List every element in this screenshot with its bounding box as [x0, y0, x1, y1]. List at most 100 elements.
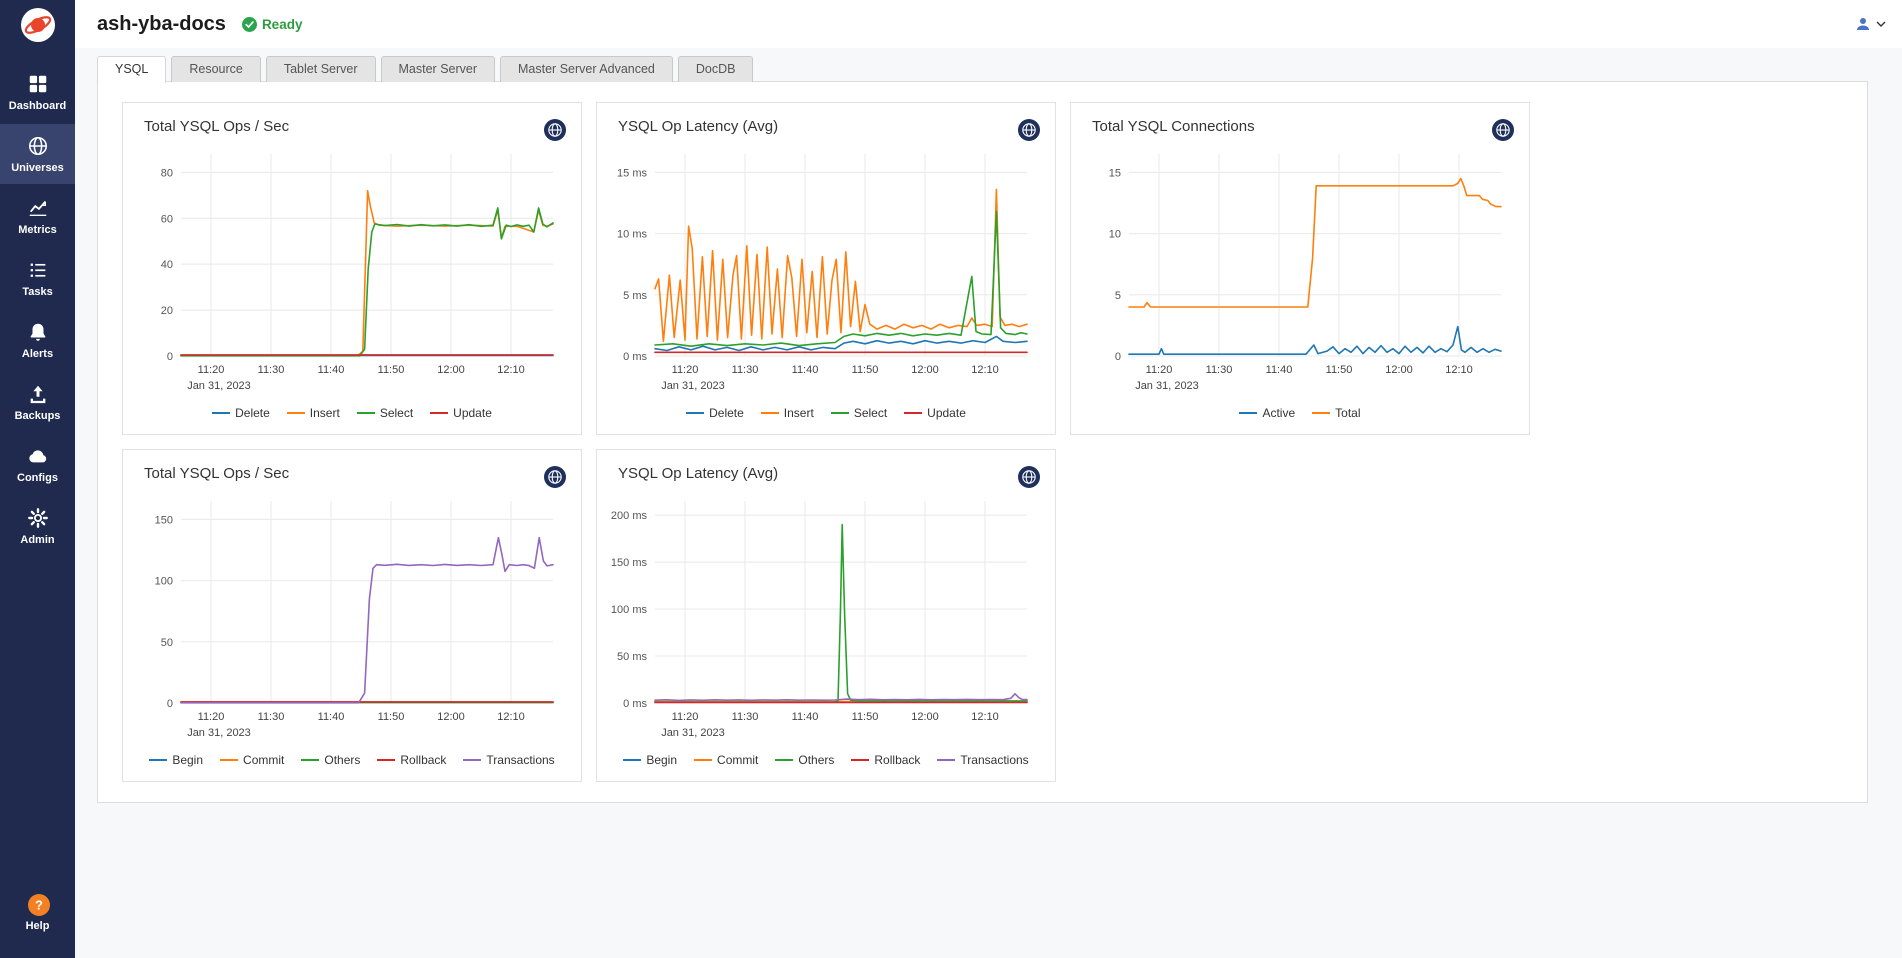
chart-title: Total YSQL Ops / Sec: [144, 465, 289, 482]
svg-text:0: 0: [167, 351, 173, 363]
tab-ysql[interactable]: YSQL: [97, 56, 166, 83]
legend-item-select[interactable]: Select: [357, 406, 413, 420]
legend-item-active[interactable]: Active: [1239, 406, 1295, 420]
svg-text:0 ms: 0 ms: [623, 351, 647, 363]
legend-label: Commit: [717, 753, 758, 767]
chart-legend: Delete Insert Select Update: [597, 402, 1055, 430]
legend-item-update[interactable]: Update: [904, 406, 966, 420]
series-transactions: [655, 694, 1027, 701]
tab-resource[interactable]: Resource: [171, 56, 261, 82]
legend-label: Rollback: [874, 753, 920, 767]
chart-legend: Active Total: [1071, 402, 1529, 430]
chart-legend: Begin Commit Others Rollback Transactions: [123, 749, 581, 777]
legend-item-others[interactable]: Others: [775, 753, 834, 767]
admin-icon: [27, 507, 49, 529]
globe-icon[interactable]: [1491, 118, 1515, 142]
tab-master-server[interactable]: Master Server: [381, 56, 496, 82]
svg-text:200 ms: 200 ms: [611, 510, 648, 522]
legend-label: Select: [854, 406, 887, 420]
chart-panel-3: Total YSQL Connections05101511:20Jan 31,…: [1070, 102, 1530, 435]
legend-item-insert[interactable]: Insert: [287, 406, 340, 420]
legend-item-insert[interactable]: Insert: [761, 406, 814, 420]
legend-swatch: [212, 412, 230, 414]
sidebar-item-tasks[interactable]: Tasks: [0, 248, 75, 308]
chart-header: YSQL Op Latency (Avg): [597, 450, 1055, 489]
sidebar-item-help[interactable]: ? Help: [0, 882, 75, 942]
legend-label: Insert: [784, 406, 814, 420]
legend-label: Select: [380, 406, 413, 420]
series-insert: [655, 190, 1027, 342]
yugabyte-logo[interactable]: [0, 0, 75, 50]
svg-text:?: ?: [35, 898, 43, 913]
svg-text:10: 10: [1109, 229, 1121, 241]
chart-legend: Begin Commit Others Rollback Transactions: [597, 749, 1055, 777]
svg-text:11:40: 11:40: [1266, 364, 1293, 376]
legend-label: Commit: [243, 753, 284, 767]
legend-item-rollback[interactable]: Rollback: [377, 753, 446, 767]
legend-item-select[interactable]: Select: [831, 406, 887, 420]
sidebar: DashboardUniversesMetricsTasksAlertsBack…: [0, 0, 75, 958]
tab-docdb[interactable]: DocDB: [678, 56, 754, 82]
legend-item-begin[interactable]: Begin: [623, 753, 677, 767]
chart-title: YSQL Op Latency (Avg): [618, 465, 778, 482]
configs-icon: [27, 445, 49, 467]
globe-icon[interactable]: [1017, 118, 1041, 142]
sidebar-item-metrics[interactable]: Metrics: [0, 186, 75, 246]
svg-text:Jan 31, 2023: Jan 31, 2023: [187, 380, 251, 392]
legend-item-total[interactable]: Total: [1312, 406, 1360, 420]
svg-text:11:50: 11:50: [1326, 364, 1353, 376]
svg-text:11:20: 11:20: [672, 364, 699, 376]
legend-item-begin[interactable]: Begin: [149, 753, 203, 767]
sidebar-item-alerts[interactable]: Alerts: [0, 310, 75, 370]
legend-item-update[interactable]: Update: [430, 406, 492, 420]
series-active: [1129, 327, 1501, 355]
svg-text:11:30: 11:30: [258, 711, 285, 723]
main-content: YSQLResourceTablet ServerMaster ServerMa…: [75, 48, 1902, 958]
series-total: [1129, 179, 1501, 308]
legend-item-delete[interactable]: Delete: [212, 406, 270, 420]
legend-swatch: [463, 759, 481, 761]
globe-icon[interactable]: [543, 118, 567, 142]
metrics-tab-strip: YSQLResourceTablet ServerMaster ServerMa…: [75, 56, 1902, 82]
svg-text:150 ms: 150 ms: [611, 557, 648, 569]
sidebar-item-configs[interactable]: Configs: [0, 434, 75, 494]
sidebar-item-universes[interactable]: Universes: [0, 124, 75, 184]
svg-text:11:30: 11:30: [732, 711, 759, 723]
chart-plot: 05101511:20Jan 31, 202311:3011:4011:5012…: [1079, 144, 1515, 402]
svg-text:0: 0: [1115, 351, 1121, 363]
sidebar-item-admin[interactable]: Admin: [0, 496, 75, 556]
globe-icon[interactable]: [1017, 465, 1041, 489]
legend-item-commit[interactable]: Commit: [220, 753, 284, 767]
legend-label: Transactions: [960, 753, 1028, 767]
svg-text:Jan 31, 2023: Jan 31, 2023: [661, 727, 725, 739]
tab-master-server-advanced[interactable]: Master Server Advanced: [500, 56, 673, 82]
globe-icon[interactable]: [543, 465, 567, 489]
legend-label: Rollback: [400, 753, 446, 767]
legend-item-delete[interactable]: Delete: [686, 406, 744, 420]
chart-panel-4: Total YSQL Ops / Sec05010015011:20Jan 31…: [122, 449, 582, 782]
user-menu[interactable]: [1854, 15, 1886, 33]
legend-label: Begin: [172, 753, 203, 767]
svg-text:12:00: 12:00: [437, 711, 465, 723]
legend-item-commit[interactable]: Commit: [694, 753, 758, 767]
legend-label: Transactions: [486, 753, 554, 767]
tasks-icon: [27, 259, 49, 281]
legend-swatch: [686, 412, 704, 414]
sidebar-item-label: Help: [26, 920, 50, 932]
sidebar-item-dashboard[interactable]: Dashboard: [0, 62, 75, 122]
chart-panel-2: YSQL Op Latency (Avg)0 ms5 ms10 ms15 ms1…: [596, 102, 1056, 435]
status-text: Ready: [262, 17, 303, 32]
legend-swatch: [694, 759, 712, 761]
legend-item-others[interactable]: Others: [301, 753, 360, 767]
svg-text:11:50: 11:50: [852, 364, 879, 376]
check-icon: [242, 17, 257, 32]
sidebar-help-area: ? Help: [0, 882, 75, 944]
chart-title: Total YSQL Ops / Sec: [144, 118, 289, 135]
sidebar-item-backups[interactable]: Backups: [0, 372, 75, 432]
charts-grid: Total YSQL Ops / Sec02040608011:20Jan 31…: [98, 82, 1867, 802]
svg-text:0: 0: [167, 698, 173, 710]
legend-item-transactions[interactable]: Transactions: [937, 753, 1028, 767]
tab-tablet-server[interactable]: Tablet Server: [266, 56, 376, 82]
legend-item-transactions[interactable]: Transactions: [463, 753, 554, 767]
legend-item-rollback[interactable]: Rollback: [851, 753, 920, 767]
